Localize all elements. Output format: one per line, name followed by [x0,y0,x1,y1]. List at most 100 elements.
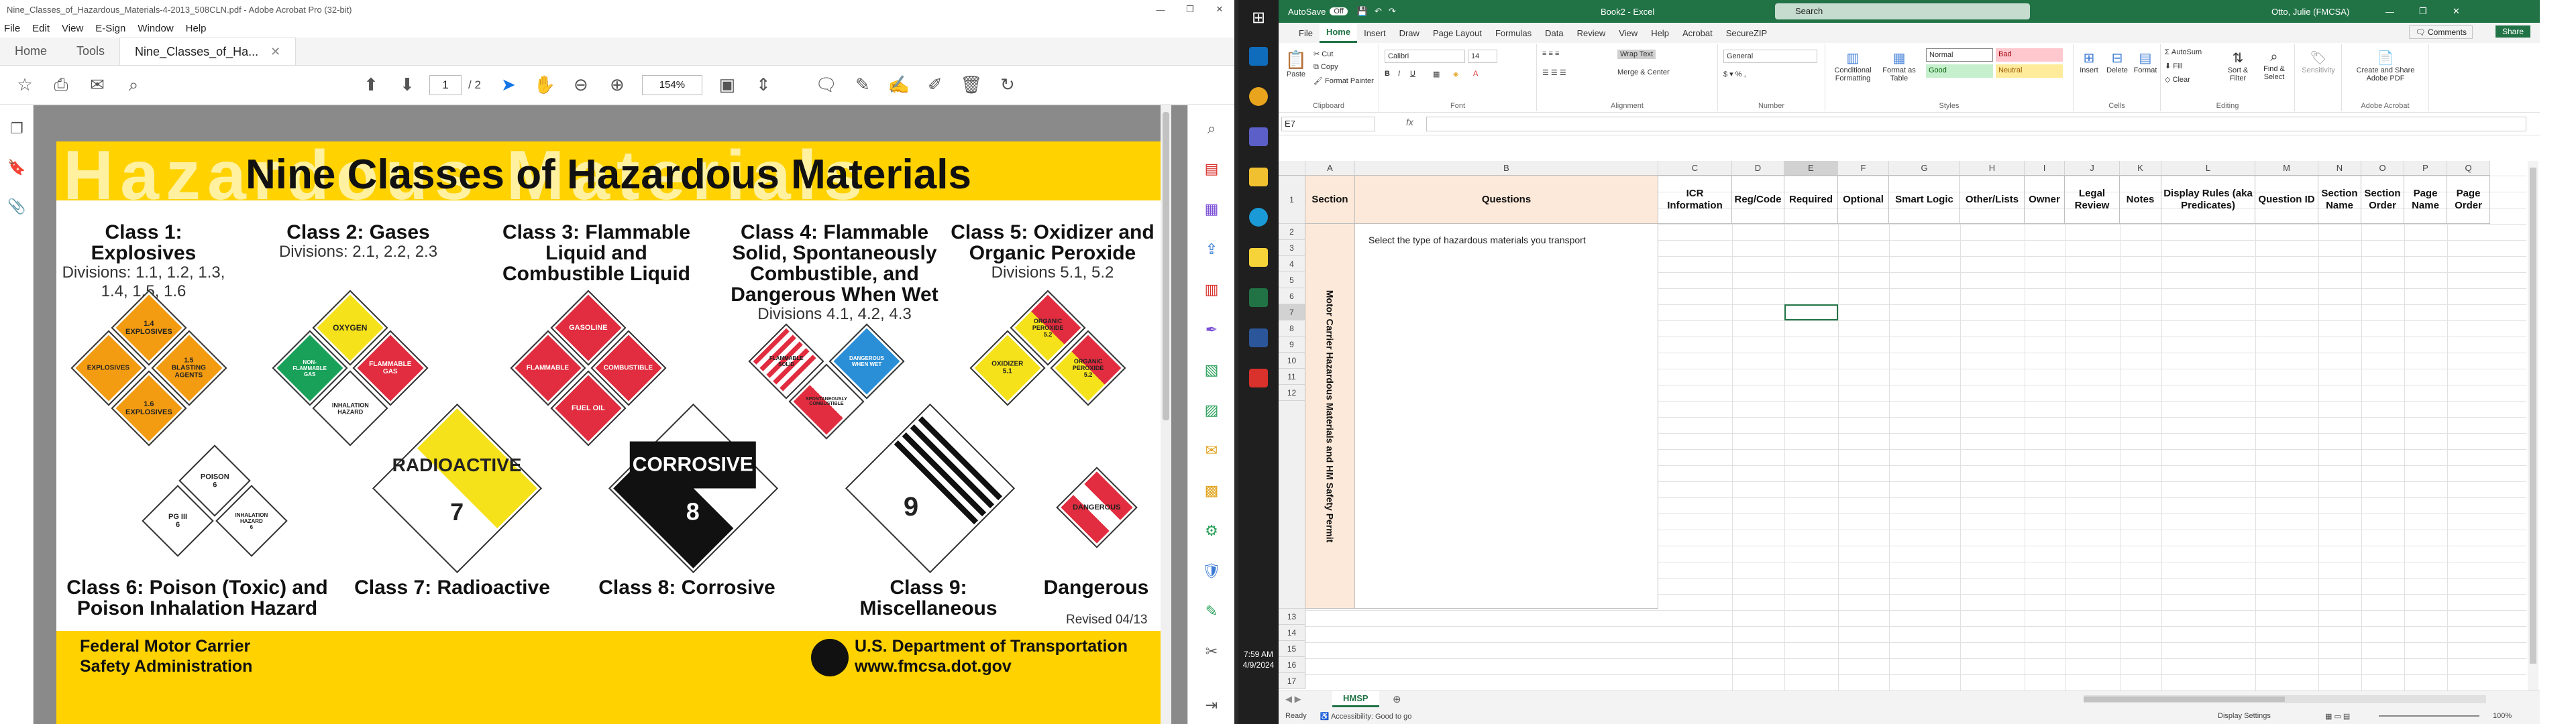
create-pdf-icon[interactable]: ▤ [1201,159,1222,179]
horizontal-scroll-thumb[interactable] [2084,697,2285,702]
fill-color-icon[interactable]: ◈ [1453,70,1458,78]
zoom-select[interactable]: 154% [641,74,702,95]
header-section-name[interactable]: Section Name [2318,176,2361,224]
copy-button[interactable]: ⧉ Copy [1313,63,1338,72]
more-tools-icon[interactable]: ✂ [1201,642,1222,662]
row-header[interactable]: 2 [1279,224,1305,240]
outlook-icon[interactable] [1249,47,1268,66]
zoom-level[interactable]: 100% [2493,712,2512,720]
find-select-button[interactable]: ⌕ Find & Select [2257,50,2291,81]
row-header[interactable]: 7 [1279,304,1305,320]
minimize-excel-button[interactable]: — [2385,7,2394,17]
font-name-select[interactable]: Calibri [1385,50,1465,63]
row-header[interactable]: 6 [1279,288,1305,304]
col-header-k[interactable]: K [2120,161,2161,176]
excel-taskbar-icon[interactable] [1249,288,1268,307]
col-header-f[interactable]: F [1838,161,1889,176]
insert-cells-button[interactable]: ⊞ Insert [2076,50,2102,74]
fit-page-icon[interactable]: ▣ [709,70,745,100]
col-header-n[interactable]: N [2318,161,2361,176]
font-color-icon[interactable]: A [1473,70,1478,78]
tab-review[interactable]: Review [1570,23,1613,43]
menu-edit[interactable]: Edit [32,23,50,34]
tab-home[interactable]: Home [1319,23,1358,43]
formula-input[interactable] [1426,117,2526,131]
tab-home[interactable]: Home [0,38,62,65]
row-header[interactable]: 11 [1279,369,1305,385]
col-header-b[interactable]: B [1355,161,1658,176]
header-reg-code[interactable]: Reg/Code [1732,176,1784,224]
select-all-corner[interactable] [1279,161,1305,176]
user-name[interactable]: Otto, Julie (FMCSA) [2271,7,2349,17]
sheet-scroll-thumb[interactable] [2530,168,2536,664]
header-questions[interactable]: Questions [1355,176,1658,224]
row-header[interactable]: 12 [1279,385,1305,401]
row-header[interactable]: 8 [1279,320,1305,337]
sheet-horizontal-scrollbar[interactable] [2084,695,2486,703]
merge-center-button[interactable]: Merge & Center [1617,68,1670,76]
row-header[interactable]: 3 [1279,240,1305,256]
col-header-q[interactable]: Q [2447,161,2490,176]
select-cursor-icon[interactable]: ➤ [490,70,527,100]
comment-icon[interactable]: 🗨 [808,70,845,100]
stamp-tool-icon[interactable]: ▩ [1201,481,1222,501]
sheet-nav-icon[interactable]: ◀ ▶ [1285,694,1301,705]
header-legal-review[interactable]: Legal Review [2065,176,2120,224]
format-cells-button[interactable]: ▤ Format [2133,50,2158,74]
header-notes[interactable]: Notes [2120,176,2161,224]
tab-file[interactable]: File [1292,23,1320,43]
word-icon[interactable] [1249,328,1268,347]
cut-button[interactable]: ✂ Cut [1313,50,1333,58]
delete-cells-button[interactable]: ⊟ Delete [2104,50,2130,74]
font-size-select[interactable]: 14 [1468,50,1497,63]
row-header[interactable]: 5 [1279,272,1305,288]
close-tab-icon[interactable]: ✕ [270,45,280,59]
number-format-select[interactable]: General [1723,50,1817,63]
export-pdf-icon[interactable]: ⇪ [1201,239,1222,259]
stamp-icon[interactable]: ✐ [917,70,953,100]
worksheet-grid[interactable]: A B C D E F G H I J K L M N O P Q 1 2 3 … [1279,161,2526,690]
restore-excel-button[interactable]: ❐ [2419,6,2427,17]
style-bad[interactable]: Bad [1996,48,2063,62]
header-owner[interactable]: Owner [2025,176,2065,224]
wrap-text-button[interactable]: Wrap Text [1617,50,1656,59]
menu-window[interactable]: Window [138,23,173,34]
sticky-notes-icon[interactable] [1249,248,1268,267]
tab-acrobat[interactable]: Acrobat [1676,23,1719,43]
header-icr-information[interactable]: ICR Information [1658,176,1732,224]
next-page-icon[interactable]: ⬇ [389,70,425,100]
display-settings[interactable]: Display Settings [2218,712,2271,720]
attachment-icon[interactable]: 📎 [7,196,27,217]
zoom-slider[interactable] [2379,715,2479,717]
row-header[interactable]: 9 [1279,337,1305,353]
style-neutral[interactable]: Neutral [1996,64,2063,78]
align-left-icon[interactable]: ☰ ☰ ☰ [1542,68,1566,77]
minimize-button[interactable]: — [1146,0,1175,19]
col-header-e[interactable]: E [1784,161,1838,176]
search-box[interactable]: Search [1775,3,2030,19]
sort-filter-button[interactable]: ⇅ Sort & Filter [2221,50,2255,82]
style-good[interactable]: Good [1926,64,1993,78]
clear-button[interactable]: ◇ Clear [2165,75,2190,84]
scroll-thumb[interactable] [1163,112,1169,420]
col-header-o[interactable]: O [2361,161,2404,176]
comment-tool-icon[interactable]: ✉ [1201,440,1222,461]
row-header[interactable]: 13 [1279,609,1305,625]
rotate-icon[interactable]: ↻ [989,70,1026,100]
selected-cell-e7[interactable] [1784,304,1838,320]
menu-file[interactable]: File [4,23,20,34]
autosave-toggle[interactable]: Off [1330,7,1348,15]
sensitivity-button[interactable]: 🏷 Sensitivity [2299,50,2338,74]
col-header-m[interactable]: M [2255,161,2318,176]
row-header[interactable]: 14 [1279,625,1305,641]
close-button[interactable]: ✕ [1205,0,1234,19]
zoom-tool-icon[interactable]: ⌕ [1201,119,1222,139]
tab-view[interactable]: View [1612,23,1644,43]
file-explorer-icon[interactable] [1249,168,1268,186]
add-sheet-icon[interactable]: ⊕ [1393,693,1401,705]
borders-icon[interactable]: ▦ [1433,70,1440,78]
redo-icon[interactable]: ↷ [1389,6,1396,17]
header-section[interactable]: Section [1305,176,1355,224]
chrome-icon[interactable] [1249,87,1268,106]
scan-icon[interactable]: ▧ [1201,360,1222,380]
